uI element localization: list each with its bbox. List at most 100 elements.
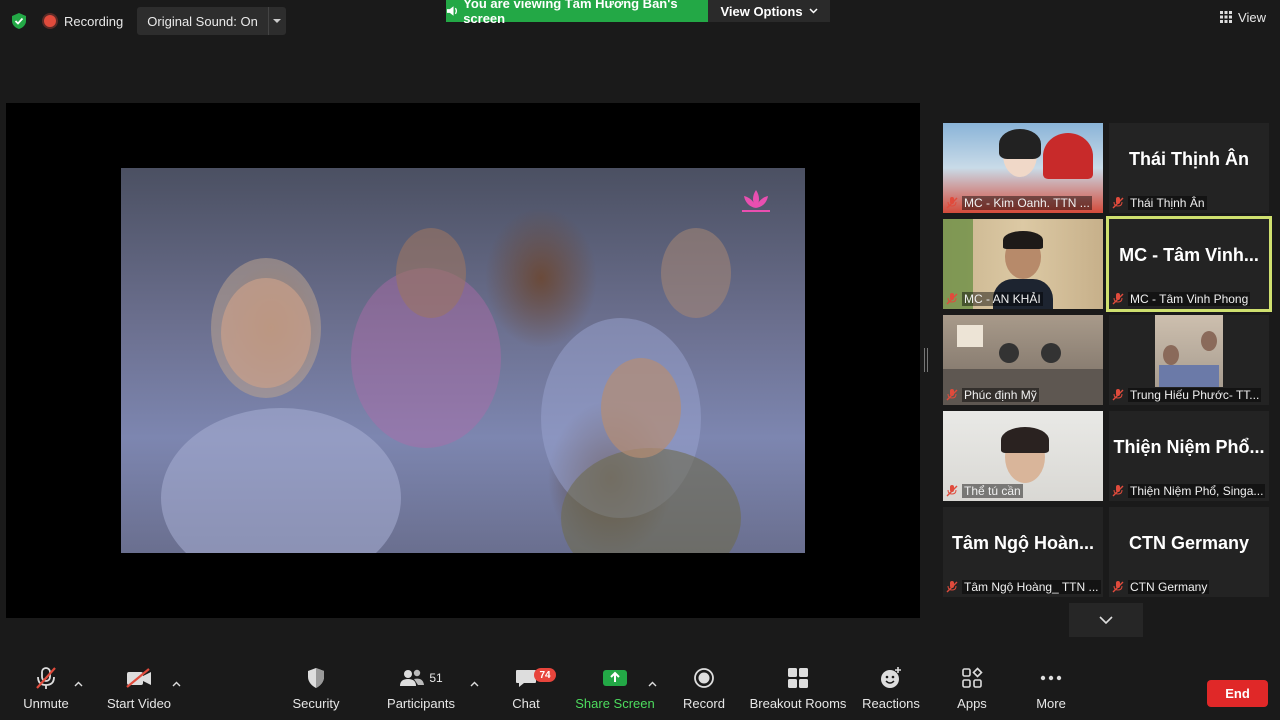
participant-display-name: Thái Thịnh Ân: [1129, 148, 1249, 169]
participant-tile[interactable]: Phúc định Mỹ: [943, 315, 1103, 405]
participant-tile[interactable]: Trung Hiếu Phước- TT...: [1109, 315, 1269, 405]
unmute-button[interactable]: Unmute: [20, 660, 72, 720]
viewing-banner: You are viewing Tâm Hương Bản's screen: [446, 0, 708, 26]
mic-muted-icon: [946, 389, 958, 401]
mic-muted-icon: [1112, 293, 1124, 305]
participant-name: CTN Germany: [1128, 580, 1210, 594]
chat-unread-badge: 74: [534, 668, 556, 682]
view-options-button[interactable]: View Options: [708, 0, 830, 22]
participant-name: Trung Hiếu Phước- TT...: [1128, 388, 1262, 402]
participant-tile[interactable]: CTN Germany CTN Germany: [1109, 507, 1269, 597]
chevron-up-icon: [470, 681, 478, 687]
mic-muted-icon: [33, 660, 59, 696]
viewing-banner-text: You are viewing Tâm Hương Bản's screen: [463, 0, 678, 26]
participant-name: Thiện Niệm Phổ, Singa...: [1128, 484, 1266, 498]
shared-screen[interactable]: [6, 103, 920, 618]
view-label: View: [1238, 9, 1266, 25]
audio-options-caret[interactable]: [72, 678, 84, 690]
mic-muted-icon: [1112, 389, 1124, 401]
apps-button[interactable]: Apps: [952, 660, 992, 720]
reactions-label: Reactions: [862, 696, 920, 711]
participant-tile-active-speaker[interactable]: MC - Tâm Vinh... MC - Tâm Vinh Phong: [1106, 216, 1272, 312]
mic-muted-icon: [946, 485, 958, 497]
view-options-label: View Options: [720, 3, 803, 19]
recording-label: Recording: [64, 13, 124, 29]
view-button[interactable]: View: [1214, 6, 1272, 28]
start-video-label: Start Video: [106, 696, 172, 711]
more-dots-icon: [1040, 660, 1062, 696]
caret-down-icon: [273, 19, 282, 23]
participant-tile[interactable]: Thiện Niệm Phổ... Thiện Niệm Phổ, Singa.…: [1109, 411, 1269, 501]
chevron-down-icon: [809, 8, 818, 14]
participant-tile[interactable]: MC - AN KHẢI: [943, 219, 1103, 309]
participant-tile[interactable]: Tâm Ngộ Hoàn... Tâm Ngộ Hoàng_ TTN ...: [943, 507, 1103, 597]
record-label: Record: [683, 696, 725, 711]
video-options-caret[interactable]: [170, 678, 182, 690]
participants-button[interactable]: 51 Participants: [384, 660, 458, 720]
chat-label: Chat: [512, 696, 540, 711]
share-options-caret[interactable]: [646, 678, 658, 690]
record-icon: [693, 660, 715, 696]
recording-indicator[interactable]: Recording: [36, 7, 131, 35]
chevron-down-icon: [1099, 616, 1113, 624]
participant-name: Thể tú cần: [962, 484, 1023, 498]
participant-tile[interactable]: MC - Kim Oanh. TTN ...: [943, 123, 1103, 213]
mic-muted-icon: [946, 581, 958, 593]
original-sound-button[interactable]: Original Sound: On: [137, 7, 268, 35]
apps-icon: [961, 660, 983, 696]
lotus-logo-icon: [742, 190, 770, 212]
participant-display-name: CTN Germany: [1128, 532, 1250, 553]
mic-muted-icon: [1112, 485, 1124, 497]
participants-options-caret[interactable]: [468, 678, 480, 690]
chat-button[interactable]: 74 Chat: [506, 660, 556, 720]
security-button[interactable]: Security: [289, 660, 343, 720]
recording-dot-icon: [44, 15, 56, 27]
breakout-rooms-button[interactable]: Breakout Rooms: [750, 660, 846, 720]
original-sound-dropdown[interactable]: [267, 7, 286, 35]
participant-video: [1155, 315, 1223, 387]
chevron-up-icon: [648, 681, 656, 687]
chevron-up-icon: [74, 681, 82, 687]
breakout-rooms-icon: [787, 660, 809, 696]
mic-muted-icon: [1112, 581, 1124, 593]
participants-label: Participants: [387, 696, 455, 711]
top-left-controls: Recording Original Sound: On: [8, 7, 286, 35]
participants-icon: [400, 669, 425, 686]
chevron-up-icon: [172, 681, 180, 687]
mic-muted-icon: [946, 197, 958, 209]
original-sound-control: Original Sound: On: [137, 7, 286, 35]
participant-display-name: MC - Tâm Vinh...: [1119, 244, 1259, 265]
participant-display-name: Tâm Ngộ Hoàn...: [951, 532, 1094, 553]
video-off-icon: [125, 660, 153, 696]
participant-display-name: Thiện Niệm Phổ...: [1113, 436, 1265, 457]
share-screen-label: Share Screen: [575, 696, 655, 711]
more-label: More: [1036, 696, 1066, 711]
more-button[interactable]: More: [1030, 660, 1072, 720]
participant-name: MC - AN KHẢI: [962, 292, 1043, 306]
speaker-icon: [446, 6, 458, 16]
mic-muted-icon: [946, 293, 958, 305]
share-screen-icon: [602, 660, 628, 696]
gallery-next-page-button[interactable]: [1069, 603, 1143, 637]
panel-resize-handle[interactable]: [924, 348, 928, 372]
apps-label: Apps: [957, 696, 987, 711]
participant-name: Thái Thịnh Ân: [1128, 196, 1207, 210]
participants-count: 51: [429, 671, 443, 685]
participant-name: MC - Tâm Vinh Phong: [1128, 292, 1251, 306]
encryption-shield-icon[interactable]: [8, 10, 30, 32]
participant-tile[interactable]: Thái Thịnh Ân Thái Thịnh Ân: [1109, 123, 1269, 213]
start-video-button[interactable]: Start Video: [104, 660, 174, 720]
participant-name: MC - Kim Oanh. TTN ...: [962, 196, 1092, 210]
share-screen-button[interactable]: Share Screen: [575, 660, 655, 720]
end-meeting-button[interactable]: End: [1207, 680, 1268, 707]
reactions-button[interactable]: Reactions: [862, 660, 920, 720]
meeting-toolbar: Unmute Start Video Security 51 Participa…: [0, 660, 1280, 720]
record-button[interactable]: Record: [682, 660, 726, 720]
reactions-icon: [879, 660, 903, 696]
participant-name: Tâm Ngộ Hoàng_ TTN ...: [962, 580, 1101, 594]
unmute-label: Unmute: [23, 696, 69, 711]
security-label: Security: [292, 696, 340, 711]
participant-tile[interactable]: Thể tú cần: [943, 411, 1103, 501]
participant-name: Phúc định Mỹ: [962, 388, 1039, 402]
shield-icon: [305, 660, 327, 696]
